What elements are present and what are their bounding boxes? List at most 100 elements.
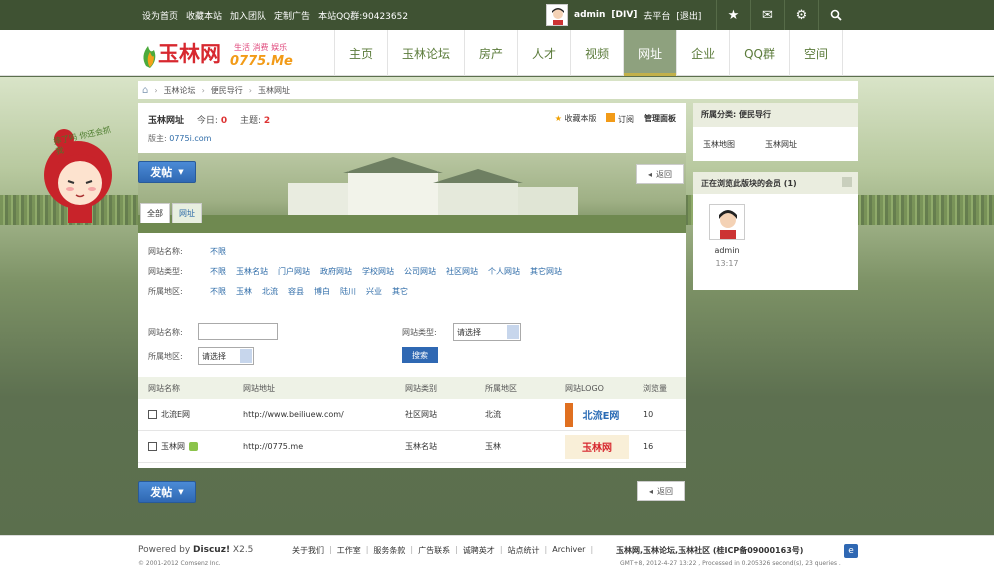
table-header: 网站名称 网站地址 网站类别 所属地区 网站LOGO 浏览量 (138, 377, 686, 399)
site-name-link[interactable]: 北流E网 (161, 409, 190, 420)
discuz-link[interactable]: Discuz! (193, 545, 230, 555)
post-button-bottom[interactable]: 发帖 ▼ (138, 481, 196, 503)
filter-option[interactable]: 其它 (392, 286, 408, 297)
footer-link-archiver[interactable]: Archiver (552, 545, 585, 556)
back-button-top[interactable]: ◂ 返回 (636, 164, 684, 184)
nav-urls[interactable]: 网址 (623, 30, 677, 76)
filter-option[interactable]: 玉林 (236, 286, 252, 297)
site-logo-image[interactable]: 玉林网 (565, 434, 629, 459)
moderator-label: 版主: (148, 134, 167, 143)
logout-link[interactable]: [退出] (676, 9, 701, 22)
site-url-link[interactable]: http://0775.me (243, 442, 405, 451)
chevron-down-icon: ▼ (178, 168, 184, 176)
nav-business[interactable]: 企业 (676, 30, 729, 76)
footer-link-terms[interactable]: 服务条款 (373, 545, 405, 556)
filter-option[interactable]: 不限 (210, 246, 226, 257)
tab-all[interactable]: 全部 (140, 203, 170, 223)
nav-qq-group[interactable]: QQ群 (729, 30, 789, 76)
collapse-icon[interactable] (842, 177, 852, 187)
mail-icon[interactable]: ✉ (750, 0, 784, 30)
footer-site-info: 玉林网,玉林论坛,玉林社区 (桂ICP备09000163号) (616, 546, 804, 555)
admin-panel-button[interactable]: 管理面板 (644, 113, 676, 125)
username-link[interactable]: admin (574, 10, 605, 20)
favorite-forum-button[interactable]: ★ 收藏本版 (555, 113, 597, 125)
row-checkbox[interactable] (148, 442, 157, 451)
filter-row-type: 网站类型: 不限 玉林名站 门户网站 政府网站 学校网站 公司网站 社区网站 个… (148, 266, 562, 277)
site-name-input[interactable] (198, 323, 278, 340)
member-name[interactable]: admin (707, 246, 747, 255)
breadcrumb-forum[interactable]: 玉林论坛 (164, 85, 196, 96)
site-type-select[interactable]: 请选择 (453, 323, 521, 341)
nav-space[interactable]: 空间 (789, 30, 844, 76)
subscribe-button[interactable]: 订阅 (606, 113, 634, 125)
member-time: 13:17 (715, 259, 739, 268)
nav-realestate[interactable]: 房产 (464, 30, 517, 76)
region-select[interactable]: 请选择 (198, 347, 254, 365)
filter-option[interactable]: 公司网站 (404, 266, 436, 277)
thread-type-tabs: 全部 网址 (140, 203, 202, 223)
gear-icon[interactable]: ⚙ (784, 0, 818, 30)
nav-jobs[interactable]: 人才 (517, 30, 570, 76)
nav-forum[interactable]: 玉林论坛 (387, 30, 464, 76)
site-name-link[interactable]: 玉林网 (161, 441, 185, 452)
search-icon[interactable] (818, 0, 852, 30)
filter-option[interactable]: 北流 (262, 286, 278, 297)
footer-link-ads[interactable]: 广告联系 (418, 545, 450, 556)
filter-option[interactable]: 政府网站 (320, 266, 352, 277)
filter-option[interactable]: 个人网站 (488, 266, 520, 277)
building-illustration (138, 157, 686, 233)
breadcrumb-category[interactable]: 便民导行 (211, 85, 243, 96)
filter-option[interactable]: 兴业 (366, 286, 382, 297)
footer-link-jobs[interactable]: 诚聘英才 (463, 545, 495, 556)
main-nav: 主页 玉林论坛 房产 人才 视频 网址 企业 QQ群 空间 (334, 30, 844, 76)
filter-option[interactable]: 其它网站 (530, 266, 562, 277)
category-link-map[interactable]: 玉林地图 (703, 139, 735, 150)
star-icon[interactable]: ★ (716, 0, 750, 30)
table-row: 玉林网 http://0775.me 玉林名站 玉林 玉林网 16 (138, 431, 686, 463)
filter-option[interactable]: 陆川 (340, 286, 356, 297)
filter-option[interactable]: 不限 (210, 266, 226, 277)
footer-link-about[interactable]: 关于我们 (292, 545, 324, 556)
category-link-urls[interactable]: 玉林网址 (765, 139, 797, 150)
filter-option[interactable]: 学校网站 (362, 266, 394, 277)
row-checkbox[interactable] (148, 410, 157, 419)
site-logo-image[interactable]: 北流E网 (565, 402, 629, 427)
tab-urls[interactable]: 网址 (172, 203, 202, 223)
ie-badge-icon[interactable]: e (844, 544, 858, 558)
filter-option[interactable]: 容县 (288, 286, 304, 297)
filter-row-name: 网站名称: 不限 (148, 246, 226, 257)
site-logo[interactable]: 玉林网 生活 消费 娱乐 0775.Me (138, 36, 293, 72)
user-avatar[interactable] (546, 4, 568, 26)
nav-home[interactable]: 主页 (334, 30, 387, 76)
footer: Powered by Discuz! X2.5 © 2001-2012 Coms… (0, 535, 994, 569)
join-team-link[interactable]: 加入团队 (230, 9, 266, 22)
post-button-top[interactable]: 发帖 ▼ (138, 161, 196, 183)
custom-ad-link[interactable]: 定制广告 (274, 9, 310, 22)
copyright: © 2001-2012 Comsenz Inc. (138, 560, 221, 567)
logo-domain-text: 0775.Me (230, 54, 293, 69)
search-button[interactable]: 搜索 (402, 347, 438, 363)
filter-option[interactable]: 博白 (314, 286, 330, 297)
filter-option[interactable]: 社区网站 (446, 266, 478, 277)
moderator-link[interactable]: 0775i.com (169, 134, 211, 143)
recommend-icon (189, 442, 198, 451)
footer-link-stats[interactable]: 站点统计 (508, 545, 540, 556)
filter-option[interactable]: 玉林名站 (236, 266, 268, 277)
search-type-label: 网站类型: (402, 328, 437, 337)
forum-header: 玉林网址 今日: 0 主题: 2 版主: 0775i.com ★ 收藏本版 订阅… (138, 103, 686, 153)
platform-link[interactable]: 去平台 (643, 9, 670, 22)
footer-link-studio[interactable]: 工作室 (337, 545, 361, 556)
back-button-bottom[interactable]: ◂ 返回 (637, 481, 685, 501)
set-homepage-link[interactable]: 设为首页 (142, 9, 178, 22)
filter-option[interactable]: 门户网站 (278, 266, 310, 277)
member-avatar[interactable] (709, 204, 745, 240)
nav-video[interactable]: 视频 (570, 30, 623, 76)
home-icon[interactable]: ⌂ (142, 85, 148, 96)
filter-option[interactable]: 不限 (210, 286, 226, 297)
site-url-link[interactable]: http://www.beiliuew.com/ (243, 410, 405, 419)
topics-count: 2 (263, 116, 271, 126)
top-bar: 设为首页 收藏本站 加入团队 定制广告 本站QQ群:90423652 admin… (0, 0, 994, 30)
bookmark-link[interactable]: 收藏本站 (186, 9, 222, 22)
breadcrumb-current[interactable]: 玉林网址 (258, 85, 290, 96)
qq-group-link[interactable]: 本站QQ群:90423652 (318, 9, 408, 22)
